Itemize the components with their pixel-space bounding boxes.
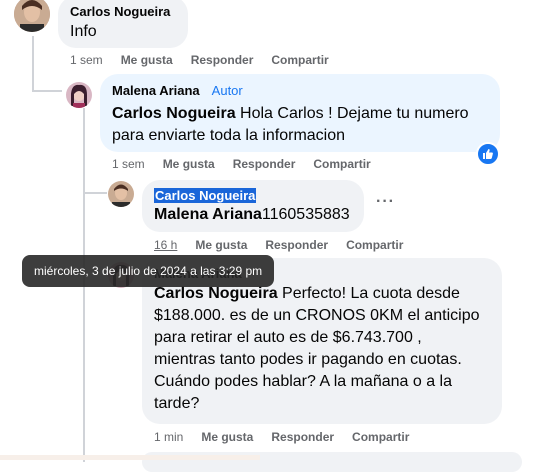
profile-photo-icon — [14, 0, 50, 32]
comment-text-line: Perfecto! La cuota desde — [277, 285, 460, 302]
author-badge: Autor — [211, 83, 243, 98]
comment-text-line: para enviarte toda la informacion — [112, 127, 346, 144]
comment-actions: 16 h Me gusta Responder Compartir — [154, 237, 421, 253]
thread-curve-nested — [83, 192, 107, 194]
comment-actions: 1 sem Me gusta Responder Compartir — [112, 156, 389, 172]
reply-button[interactable]: Responder — [191, 53, 254, 67]
comment-text: Carlos Nogueira Perfecto! La cuota desde… — [154, 283, 490, 415]
thread-line — [32, 36, 34, 91]
timestamp-tooltip: miércoles, 3 de julio de 2024 a las 3:29… — [22, 255, 275, 287]
comment-author[interactable]: Carlos Nogueira — [154, 188, 352, 203]
mention-link[interactable]: Carlos Nogueira — [154, 285, 278, 302]
avatar[interactable] — [14, 0, 50, 32]
comment-header: Malena Ariana Autor — [112, 83, 488, 98]
selected-text: Carlos Nogueira — [154, 188, 257, 203]
comment-bubble: Carlos Nogueira Malena Ariana1160535883 — [142, 180, 364, 232]
more-options-icon[interactable]: ··· — [376, 193, 395, 211]
share-button[interactable]: Compartir — [271, 53, 328, 67]
comment-author[interactable]: Carlos Nogueira — [70, 4, 176, 19]
profile-photo-icon — [108, 181, 134, 207]
comment-text-line: mientras tanto podes ir pagando en cuota… — [154, 351, 462, 368]
share-button[interactable]: Compartir — [346, 238, 403, 252]
comment-actions: 1 sem Me gusta Responder Compartir — [70, 52, 347, 68]
like-button[interactable]: Me gusta — [163, 157, 215, 171]
comment-bubble: Carlos Nogueira Info — [58, 0, 188, 48]
share-button[interactable]: Compartir — [313, 157, 370, 171]
thread-line-nested — [83, 108, 85, 193]
reply-button[interactable]: Responder — [233, 157, 296, 171]
profile-photo-icon — [66, 82, 92, 108]
like-button[interactable]: Me gusta — [121, 53, 173, 67]
composer-edge — [0, 455, 260, 460]
comment-text-line: 1160535883 — [261, 206, 350, 223]
comment-text: Info — [70, 23, 97, 40]
like-button[interactable]: Me gusta — [195, 238, 247, 252]
thread-curve — [32, 90, 62, 92]
avatar[interactable] — [66, 82, 92, 108]
reply-button[interactable]: Responder — [271, 430, 334, 444]
avatar[interactable] — [108, 181, 134, 207]
comment-text-line: tarde? — [154, 395, 200, 412]
thread-line-nested-2 — [83, 192, 85, 462]
mention-link[interactable]: Carlos Nogueira — [112, 105, 236, 122]
share-button[interactable]: Compartir — [352, 430, 409, 444]
comment-text-line: Hola Carlos ! Dejame tu numero — [235, 105, 469, 122]
comment-time[interactable]: 16 h — [154, 238, 177, 252]
like-button[interactable]: Me gusta — [201, 430, 253, 444]
reply-button[interactable]: Responder — [265, 238, 328, 252]
comment-time[interactable]: 1 min — [154, 430, 183, 444]
comment-time[interactable]: 1 sem — [112, 157, 145, 171]
comment-actions: 1 min Me gusta Responder Compartir — [154, 429, 427, 445]
mention-link[interactable]: Malena Ariana — [154, 206, 262, 223]
comment-text-line: Cuándo podes hablar? A la mañana o a la — [154, 373, 453, 390]
comment-text: Carlos Nogueira Hola Carlos ! Dejame tu … — [112, 103, 488, 147]
comment-text-line: $188.000. es de un CRONOS 0KM el anticip… — [154, 307, 480, 324]
comment-text: Malena Ariana1160535883 — [154, 204, 352, 226]
like-icon — [483, 149, 493, 159]
comment-text-line: para retirar el auto es de $6.743.700 , — [154, 329, 422, 346]
reaction-badge[interactable] — [476, 142, 500, 166]
comment-author[interactable]: Malena Ariana — [112, 83, 200, 98]
comment-bubble-author: Malena Ariana Autor Carlos Nogueira Hola… — [100, 74, 500, 152]
comment-time[interactable]: 1 sem — [70, 53, 103, 67]
